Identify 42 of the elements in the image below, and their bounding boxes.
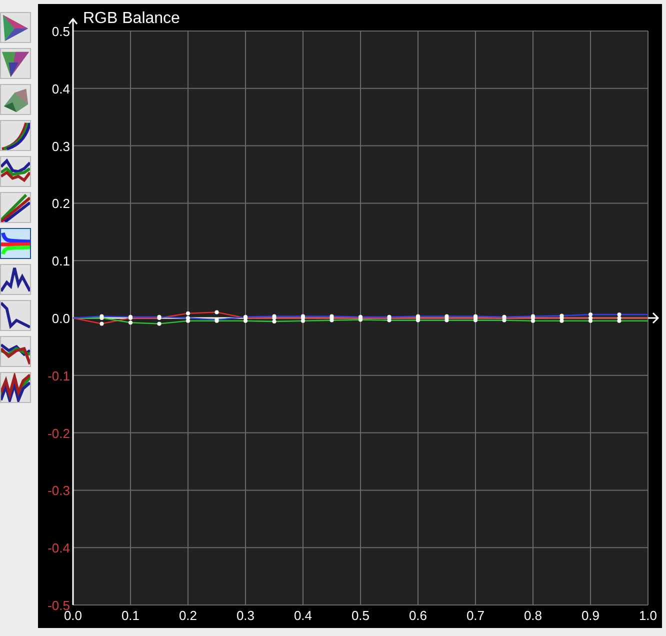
y-tick-label: -0.1: [48, 368, 70, 384]
x-tick-label: 0.1: [121, 608, 140, 623]
view-button[interactable]: [0, 48, 31, 79]
x-tick-label: 1.0: [638, 608, 658, 623]
view-button[interactable]: [0, 228, 31, 259]
line-graph-icon: [1, 373, 30, 402]
data-point: [157, 322, 162, 326]
y-tick-label: 0.0: [52, 311, 70, 326]
curves-icon: [1, 121, 30, 150]
view-button[interactable]: [0, 300, 31, 331]
x-tick-label: 0.7: [466, 608, 485, 623]
line-graph-icon: [1, 301, 30, 330]
view-button[interactable]: [0, 84, 31, 115]
x-tick-label: 0.5: [351, 608, 370, 623]
x-tick-label: 0.9: [581, 608, 600, 623]
y-tick-label: -0.2: [48, 426, 70, 441]
y-tick-label: 0.2: [52, 196, 70, 212]
view-button[interactable]: [0, 12, 31, 43]
view-button[interactable]: [0, 192, 31, 223]
y-tick-label: -0.4: [48, 540, 70, 556]
x-tick-label: 0.2: [178, 608, 198, 623]
data-point: [214, 310, 219, 314]
x-tick-label: 0.4: [294, 608, 312, 623]
line-graph-icon: [1, 265, 30, 294]
view-button[interactable]: [0, 120, 31, 151]
chart-title: RGB Balance: [83, 10, 180, 27]
x-tick-label: 0.3: [236, 608, 255, 623]
view-button[interactable]: [0, 336, 31, 367]
data-point: [100, 322, 104, 326]
y-tick-label: 0.5: [52, 24, 70, 39]
view-button[interactable]: [0, 264, 31, 295]
view-button[interactable]: [0, 372, 31, 403]
y-tick-label: 0.4: [52, 81, 70, 96]
y-tick-label: 0.1: [52, 254, 70, 269]
triangle-icon: [1, 13, 30, 42]
triangle-icon: [1, 49, 30, 78]
x-tick-label: 0.8: [524, 608, 542, 623]
y-tick-label: -0.3: [48, 483, 70, 498]
x-tick-label: 0.6: [408, 608, 428, 623]
y-tick-label: 0.3: [52, 138, 70, 154]
ramps-icon: [1, 193, 30, 222]
view-button[interactable]: [0, 156, 31, 187]
